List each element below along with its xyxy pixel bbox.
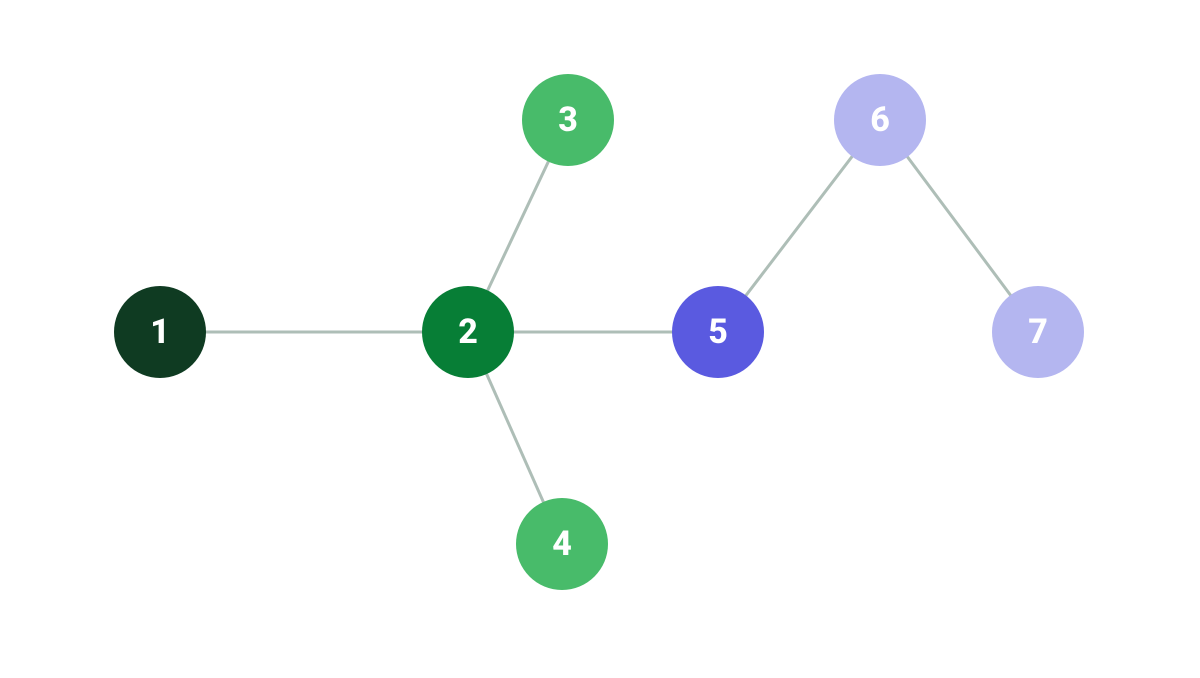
node-7: 7 (992, 286, 1084, 378)
node-6: 6 (834, 74, 926, 166)
node-4: 4 (516, 498, 608, 590)
node-label: 3 (558, 100, 578, 140)
node-2: 2 (422, 286, 514, 378)
node-label: 2 (458, 312, 478, 352)
node-3: 3 (522, 74, 614, 166)
node-label: 1 (150, 312, 170, 352)
node-1: 1 (114, 286, 206, 378)
node-label: 4 (552, 524, 572, 564)
node-label: 5 (708, 312, 728, 352)
node-label: 6 (870, 100, 890, 140)
node-5: 5 (672, 286, 764, 378)
node-label: 7 (1028, 312, 1048, 352)
